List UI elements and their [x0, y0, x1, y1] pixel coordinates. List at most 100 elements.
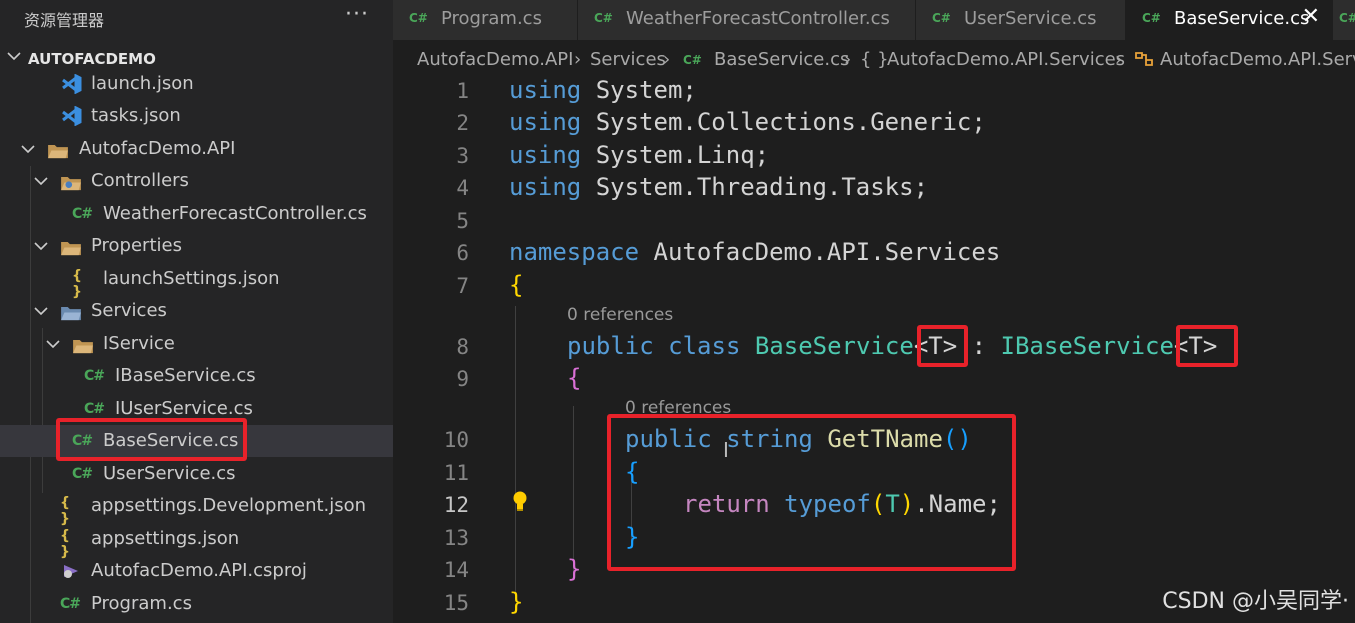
indent-guide [515, 306, 516, 596]
highlight-box-method [607, 414, 1016, 571]
highlight-box-generic-t-2 [1176, 325, 1238, 367]
tree-item-iservice[interactable]: IService [0, 328, 393, 360]
csharp-file-icon: C# [1339, 11, 1355, 25]
code-line-2: using System.Collections.Generic; [509, 108, 986, 136]
json-file-icon: { } [60, 495, 70, 527]
project-name: AUTOFACDEMO [28, 50, 156, 68]
line-number: 7 [456, 274, 469, 298]
tree-item-label: UserService.cs [103, 463, 236, 484]
csharp-file-icon: C# [409, 11, 428, 25]
tree-item-label: tasks.json [91, 105, 181, 126]
chevron-right-icon: › [663, 49, 671, 70]
code-line-15: } [509, 588, 524, 616]
tree-item-tasks-json[interactable]: tasks.json [0, 100, 393, 132]
line-number: 2 [456, 111, 469, 135]
folder-open-icon [61, 241, 81, 256]
tab-overflow[interactable]: C# [1333, 0, 1355, 40]
tab-label: UserService.cs [964, 8, 1097, 29]
indent-guide [573, 406, 574, 576]
code-line-8: public class BaseService<T> : IBaseServi… [567, 332, 1217, 360]
csharp-file-icon: C# [683, 53, 702, 67]
tree-item-label: IService [103, 333, 175, 354]
code-token: System.Linq; [581, 141, 770, 169]
tree-item-appsettings[interactable]: { } appsettings.json [0, 523, 393, 560]
code-line-1: using System; [509, 76, 697, 104]
breadcrumb-file[interactable]: BaseService.cs [714, 49, 849, 70]
json-file-icon: { } [72, 268, 82, 300]
tree-item-controllers[interactable]: Controllers [0, 165, 393, 197]
tree-item-label: AutofacDemo.API.csproj [91, 560, 307, 581]
breadcrumb-namespace[interactable]: AutofacDemo.API.Services [887, 49, 1125, 70]
chevron-down-icon [34, 307, 48, 316]
tree-item-label: appsettings.Development.json [91, 495, 367, 516]
tree-item-ibaseservice[interactable]: C# IBaseService.cs [0, 360, 393, 392]
line-number: 10 [443, 428, 469, 452]
csproj-file-icon [64, 565, 78, 578]
csharp-file-icon: C# [72, 206, 93, 222]
tree-item-appsettings-development[interactable]: { } appsettings.Development.json [0, 490, 393, 527]
explorer-title: 资源管理器 [24, 11, 105, 30]
code-token: using [509, 108, 582, 136]
highlight-box-generic-t-1 [917, 325, 968, 367]
breadcrumb-project[interactable]: AutofacDemo.API [417, 49, 573, 70]
tree-item-label: Program.cs [91, 593, 192, 614]
controllers-folder-icon [61, 176, 81, 191]
tree-item-weatherforecastcontroller[interactable]: C# WeatherForecastController.cs [0, 198, 393, 230]
highlight-box-baseservice-file [56, 418, 247, 461]
code-editor[interactable]: 1 2 3 4 5 6 7 8 9 10 11 12 13 14 15 usin… [393, 76, 1355, 623]
more-actions-icon[interactable]: ··· [345, 2, 369, 27]
close-icon[interactable]: ✕ [1302, 4, 1320, 29]
line-number-current: 12 [443, 493, 469, 517]
code-token: namespace [509, 238, 640, 266]
line-number: 4 [456, 176, 469, 200]
vscode-file-icon [62, 106, 82, 126]
vscode-file-icon [62, 74, 82, 94]
json-file-icon: { } [60, 528, 70, 560]
tab-label: Program.cs [441, 8, 542, 29]
tree-item-autofacdemo-api[interactable]: AutofacDemo.API [0, 133, 393, 165]
code-token: AutofacDemo.API.Services [639, 238, 1001, 266]
chevron-right-icon: › [844, 49, 852, 70]
tree-item-label: launch.json [91, 73, 194, 94]
tree-item-properties[interactable]: Properties [0, 230, 393, 262]
code-token: class [668, 332, 741, 360]
tree-item-services[interactable]: Services [0, 295, 393, 327]
tree-item-label: WeatherForecastController.cs [103, 203, 367, 224]
tree-item-userservice[interactable]: C# UserService.cs [0, 458, 393, 490]
folder-open-icon [48, 144, 68, 159]
line-number: 13 [443, 526, 469, 550]
tab-baseservice[interactable]: C# BaseService.cs ✕ [1126, 0, 1333, 40]
csharp-file-icon: C# [594, 11, 613, 25]
chevron-right-icon: › [1115, 49, 1123, 70]
breadcrumb-class[interactable]: AutofacDemo.API.Servi [1160, 49, 1355, 70]
line-number: 15 [443, 591, 469, 615]
line-number: 8 [456, 335, 469, 359]
tree-item-launch-json[interactable]: launch.json [0, 68, 393, 100]
code-token: public [567, 332, 654, 360]
code-token: IBaseService [1000, 332, 1174, 360]
explorer-header: 资源管理器 ··· [0, 0, 393, 40]
tab-program[interactable]: C# Program.cs [393, 0, 578, 40]
tree-item-launchsettings-json[interactable]: { } launchSettings.json [0, 263, 393, 300]
code-token: using [509, 173, 582, 201]
code-line-6: namespace AutofacDemo.API.Services [509, 238, 1000, 266]
breadcrumb: AutofacDemo.API › Services › C# BaseServ… [393, 40, 1355, 76]
code-token: System.Threading.Tasks; [581, 173, 929, 201]
code-line-9: { [567, 364, 582, 392]
code-token: System.Collections.Generic; [581, 108, 986, 136]
tree-item-label: Controllers [91, 170, 189, 191]
code-token: using [509, 141, 582, 169]
line-number: 6 [456, 241, 469, 265]
lightbulb-icon[interactable] [511, 490, 529, 512]
codelens-references[interactable]: 0 references [567, 305, 673, 325]
csharp-file-icon: C# [72, 466, 93, 482]
tab-weatherforecastcontroller[interactable]: C# WeatherForecastController.cs [578, 0, 916, 40]
breadcrumb-folder[interactable]: Services [590, 49, 666, 70]
tab-userservice[interactable]: C# UserService.cs [916, 0, 1126, 40]
chevron-down-icon [21, 145, 35, 154]
tree-item-program[interactable]: C# Program.cs [0, 588, 393, 620]
tree-item-csproj[interactable]: AutofacDemo.API.csproj [0, 555, 393, 587]
code-token: BaseService [754, 332, 914, 360]
csharp-file-icon: C# [932, 11, 951, 25]
tree-item-label: Services [91, 300, 167, 321]
